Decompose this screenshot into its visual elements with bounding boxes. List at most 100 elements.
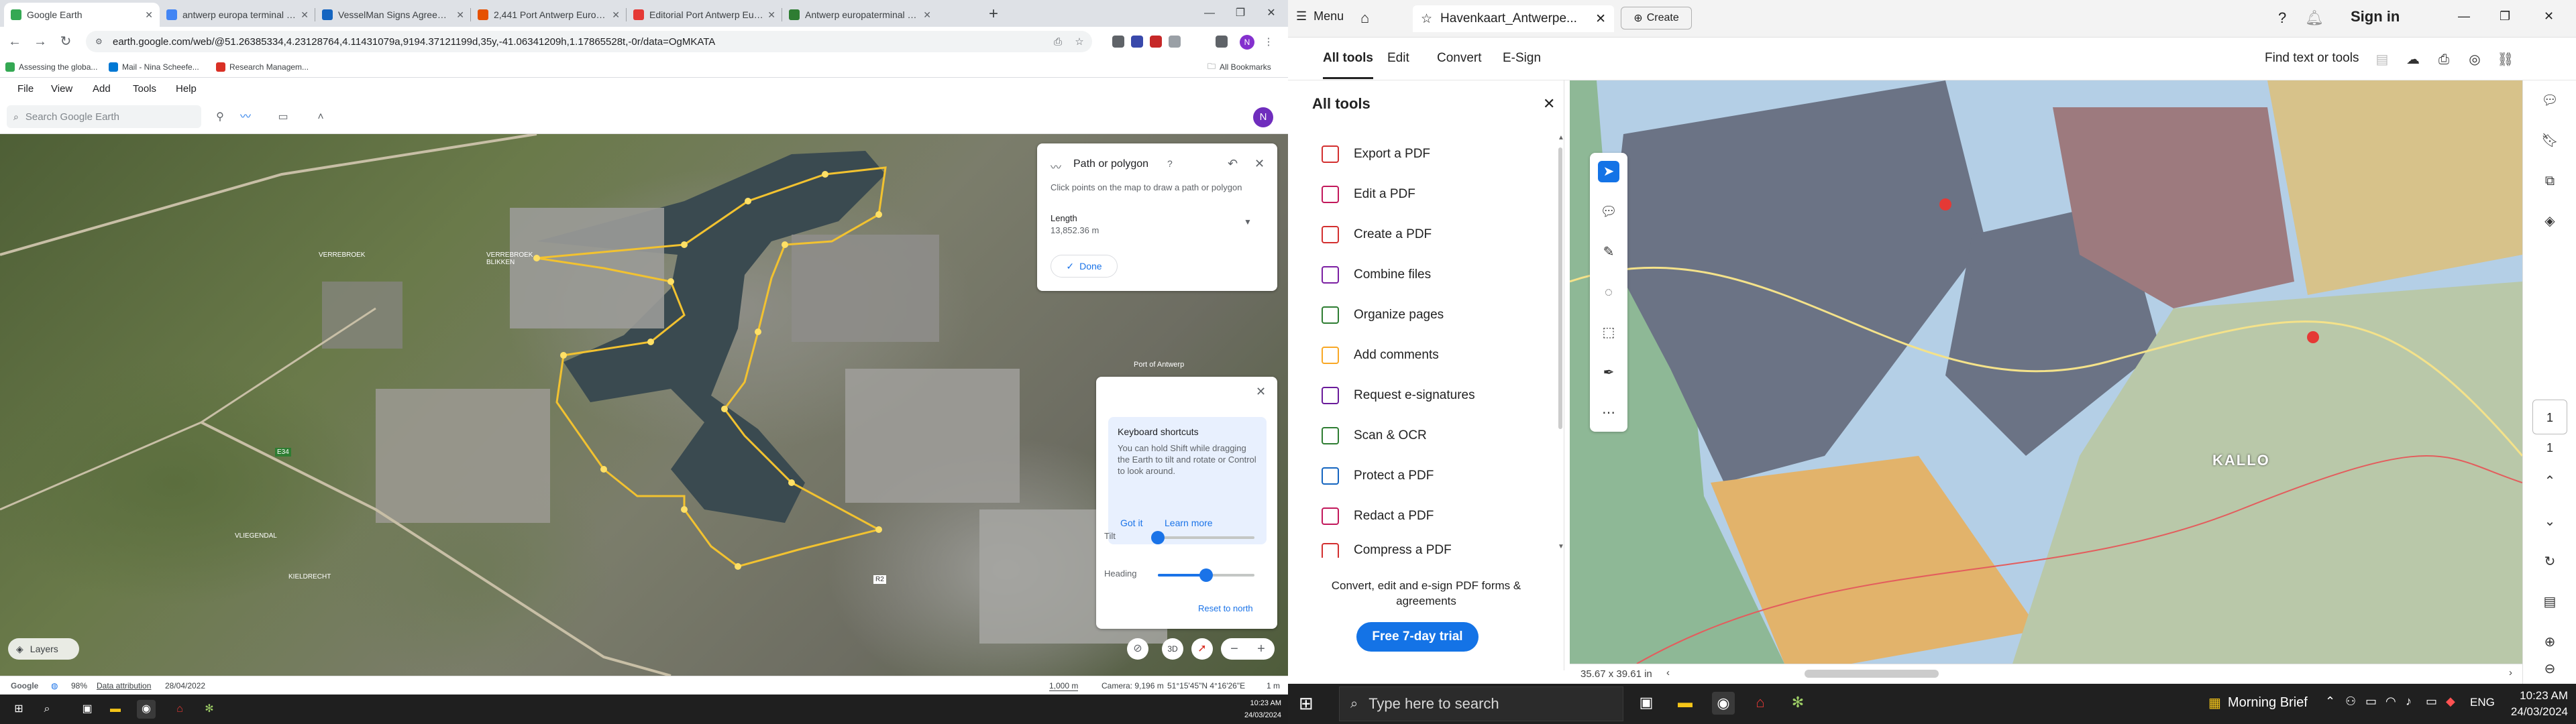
forward-icon[interactable]: →	[31, 32, 50, 51]
home-icon[interactable]: ⌂	[1360, 9, 1369, 27]
page-down-icon[interactable]: ⌄	[2540, 512, 2559, 531]
taskbar-search[interactable]: ⌕ Type here to search	[1339, 686, 1623, 721]
select-tool-icon[interactable]: ➤	[1598, 161, 1619, 182]
menu-view[interactable]: View	[51, 83, 72, 95]
tool-create-pdf[interactable]: Create a PDF	[1322, 221, 1536, 248]
poi-marker[interactable]	[1939, 198, 1951, 210]
menu-file[interactable]: File	[17, 83, 34, 95]
scroll-up-icon[interactable]: ▲	[1558, 134, 1564, 141]
address-bar[interactable]: ⚙ earth.google.com/web/@51.26385334,4.23…	[86, 31, 1092, 52]
tray-overflow-icon[interactable]: ⌃	[2325, 695, 2335, 709]
tab-hires[interactable]: Antwerp europaterminal hi-res... ✕	[782, 3, 938, 27]
maximize-icon[interactable]: ❐	[2500, 9, 2510, 23]
menu-add[interactable]: Add	[93, 83, 111, 95]
more-tools-icon[interactable]: ⋯	[1598, 402, 1619, 424]
tool-redact-pdf[interactable]: Redact a PDF	[1322, 503, 1536, 530]
find-text-tools[interactable]: Find text or tools	[2265, 51, 2359, 66]
tools-scrollbar[interactable]: ▲ ▼	[1558, 134, 1564, 556]
data-attribution-link[interactable]: Data attribution	[97, 681, 151, 690]
tool-export-pdf[interactable]: Export a PDF	[1322, 141, 1536, 168]
close-icon[interactable]: ✕	[1254, 157, 1265, 171]
acrobat-extension-icon[interactable]	[1150, 36, 1162, 48]
weather-widget[interactable]: ▦ Morning Brief	[2208, 695, 2308, 711]
tab-esign[interactable]: E-Sign	[1503, 51, 1541, 66]
street-view-icon[interactable]: ⊘	[1127, 638, 1148, 660]
reload-icon[interactable]: ↻	[56, 32, 75, 51]
tool-combine-files[interactable]: Combine files	[1322, 261, 1536, 288]
bookmark-star-icon[interactable]: ☆	[1072, 35, 1087, 50]
star-icon[interactable]: ☆	[1421, 11, 1432, 27]
search-icon[interactable]: ⌕	[38, 700, 56, 719]
tool-add-comments[interactable]: Add comments	[1322, 342, 1536, 369]
units-dropdown-icon[interactable]: ▼	[1244, 217, 1252, 227]
chrome-menu-icon[interactable]: ⋮	[1261, 35, 1276, 50]
help-icon[interactable]: ?	[1167, 158, 1173, 169]
close-tab-icon[interactable]: ✕	[145, 9, 153, 21]
toggle-3d-button[interactable]: 3D	[1162, 638, 1183, 660]
close-tab-icon[interactable]: ✕	[923, 9, 931, 21]
sign-tool-icon[interactable]: ✒	[1598, 362, 1619, 383]
clock[interactable]: 10:23 AM 24/03/2024	[1221, 697, 1281, 721]
page-up-icon[interactable]: ⌃	[2540, 472, 2559, 491]
link-icon[interactable]: ⛓	[2497, 51, 2514, 68]
file-explorer-icon[interactable]: ▬	[1676, 693, 1695, 712]
scroll-left-icon[interactable]: ‹	[1666, 667, 1670, 678]
upload-cloud-icon[interactable]: ☁	[2404, 51, 2422, 68]
wifi-icon[interactable]: ◠	[2385, 695, 2396, 709]
app-icon[interactable]: ✻	[200, 700, 219, 719]
lasso-tool-icon[interactable]: ◌	[1598, 282, 1619, 303]
side-panel-icon[interactable]	[1216, 36, 1228, 48]
file-explorer-icon[interactable]: ▬	[106, 700, 125, 719]
windows-start-icon[interactable]: ⊞	[9, 700, 28, 719]
windows-start-icon[interactable]: ⊞	[1299, 693, 1313, 714]
close-tab-icon[interactable]: ✕	[612, 9, 620, 21]
minimize-icon[interactable]: —	[1194, 0, 1225, 27]
document-tab[interactable]: ☆ Havenkaart_Antwerpe... ✕	[1413, 5, 1614, 32]
close-tab-icon[interactable]: ✕	[301, 9, 309, 21]
tab-edit[interactable]: Edit	[1387, 51, 1409, 66]
page-number-input[interactable]: 1	[2532, 400, 2567, 434]
extensions-puzzle-icon[interactable]	[1169, 36, 1181, 48]
draw-tool-icon[interactable]: ✎	[1598, 241, 1619, 263]
collapse-icon[interactable]: ˄	[313, 109, 329, 125]
tool-protect-pdf[interactable]: Protect a PDF	[1322, 463, 1536, 489]
horizontal-scrollbar[interactable]	[1805, 670, 1939, 678]
notifications-icon[interactable]: 🔔︎	[2305, 9, 2324, 27]
heading-knob[interactable]	[1199, 568, 1213, 582]
tray-app-icon[interactable]: ⚇	[2345, 695, 2356, 709]
tool-organize-pages[interactable]: Organize pages	[1322, 302, 1536, 328]
zoom-out-icon[interactable]: −	[1230, 642, 1238, 657]
poi-marker[interactable]	[2307, 331, 2319, 343]
site-info-icon[interactable]: ⚙	[95, 37, 105, 46]
close-tab-icon[interactable]: ✕	[1595, 11, 1606, 27]
heading-slider[interactable]	[1158, 568, 1254, 582]
earth-avatar[interactable]: N	[1253, 107, 1273, 127]
save-icon[interactable]: ▤	[2373, 51, 2391, 68]
tab-convert[interactable]: Convert	[1437, 51, 1482, 66]
menu-button[interactable]: ☰ Menu	[1296, 9, 1344, 23]
free-trial-button[interactable]: Free 7-day trial	[1356, 622, 1479, 652]
extension-icon[interactable]	[1112, 36, 1124, 48]
tilt-knob[interactable]	[1151, 531, 1165, 544]
zoom-out-icon[interactable]: ⊖	[2540, 660, 2559, 678]
acrobat-icon[interactable]: ⌂	[1751, 693, 1770, 712]
security-icon[interactable]: ◆	[2446, 695, 2455, 709]
profile-avatar[interactable]: N	[1240, 35, 1254, 50]
chrome-icon[interactable]: ◉	[137, 700, 156, 719]
comments-panel-icon[interactable]: 💬︎	[2540, 91, 2559, 110]
close-tab-icon[interactable]: ✕	[767, 9, 775, 21]
scroll-right-icon[interactable]: ›	[2509, 667, 2512, 678]
rotate-icon[interactable]: ↻	[2540, 552, 2559, 571]
bookmark-item[interactable]: Assessing the globa...	[5, 60, 97, 74]
earth-search-input[interactable]: ⌕ Search Google Earth	[7, 105, 201, 128]
tab-port-images[interactable]: 2,441 Port Antwerp Europa Imag... ✕	[471, 3, 627, 27]
bookmark-item[interactable]: Research Managem...	[216, 60, 309, 74]
minimize-icon[interactable]: —	[2458, 9, 2470, 23]
all-bookmarks[interactable]: 🗀 All Bookmarks	[1208, 60, 1271, 74]
comment-tool-icon[interactable]: 💬︎	[1598, 201, 1619, 223]
undo-icon[interactable]: ↶	[1228, 157, 1238, 171]
close-tab-icon[interactable]: ✕	[456, 9, 464, 21]
battery-icon[interactable]: ▭	[2426, 695, 2437, 709]
page-fit-icon[interactable]: ▤	[2540, 593, 2559, 611]
volume-icon[interactable]: ♪	[2406, 695, 2412, 709]
